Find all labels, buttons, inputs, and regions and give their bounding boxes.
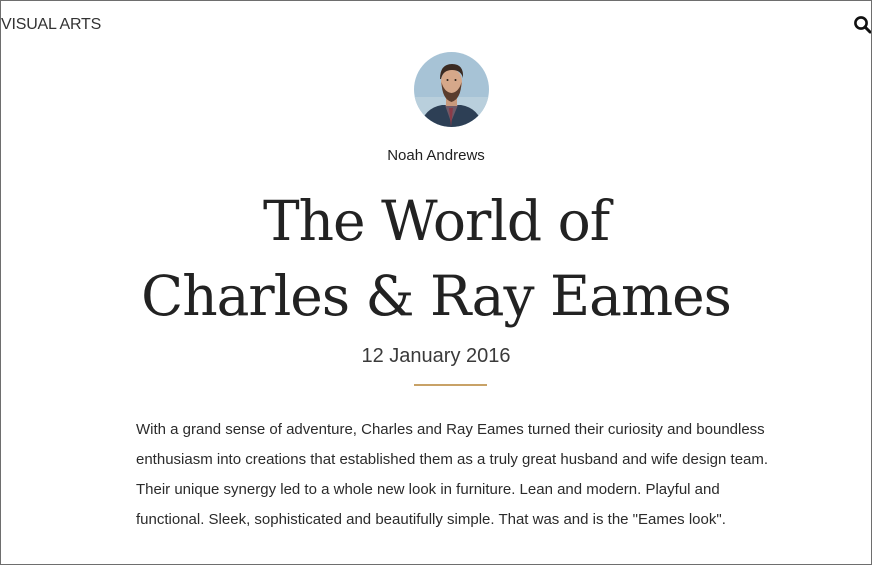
title-divider bbox=[414, 384, 487, 386]
article-date: 12 January 2016 bbox=[361, 345, 511, 367]
author-avatar[interactable] bbox=[414, 52, 489, 127]
article-body: With a grand sense of adventure, Charles… bbox=[136, 421, 769, 528]
article-title-line-1: The World of bbox=[262, 189, 610, 253]
section-link[interactable]: VISUAL ARTS bbox=[1, 16, 101, 34]
search-icon bbox=[854, 16, 871, 34]
article-title-line-2: Charles & Ray Eames bbox=[141, 264, 732, 328]
avatar-portrait bbox=[414, 52, 489, 127]
article-page: VISUAL ARTS Noah Andrews The World of Ch… bbox=[0, 0, 872, 565]
search-button[interactable] bbox=[852, 14, 871, 36]
author-name[interactable]: Noah Andrews bbox=[1, 147, 871, 164]
article-title: The World of Charles & Ray Eames bbox=[1, 184, 871, 334]
